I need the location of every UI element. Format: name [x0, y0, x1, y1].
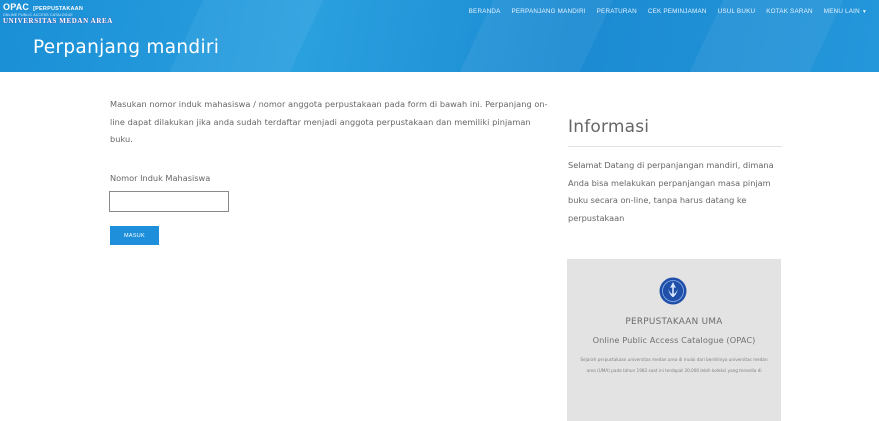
nav-item-usul-buku[interactable]: USUL BUKU [718, 8, 756, 15]
brand-perpustakaan: [PERPUSTAKAAN [33, 6, 84, 12]
nav-item-label: CEK PEMINJAMAN [647, 8, 707, 15]
main-nav: BERANDA PERPANJANG MANDIRI PERATURAN CEK… [469, 8, 879, 15]
nav-item-label: USUL BUKU [717, 8, 756, 15]
nav-item-perpanjang-mandiri[interactable]: PERPANJANG MANDIRI [511, 8, 585, 15]
nav-item-label: BERANDA [468, 8, 501, 15]
nav-item-label: KOTAK SARAN [766, 8, 813, 15]
info-divider [568, 146, 782, 147]
brand-opac: OPAC [3, 2, 30, 12]
nim-input[interactable] [109, 191, 229, 212]
nim-label: Nomor Induk Mahasiswa [110, 173, 211, 183]
nav-item-beranda[interactable]: BERANDA [469, 8, 501, 15]
nav-item-label: PERPANJANG MANDIRI [511, 8, 586, 15]
info-text: Selamat Datang di perpanjangan mandiri, … [568, 160, 774, 223]
library-card: PERPUSTAKAAN UMA Online Public Access Ca… [567, 259, 781, 421]
header-decoration [147, 0, 333, 72]
nav-item-kotak-saran[interactable]: KOTAK SARAN [766, 8, 813, 15]
masuk-button[interactable]: MASUK [110, 226, 159, 245]
site-header: OPAC [PERPUSTAKAAN ONLINE PUBLIC ACCESS … [0, 0, 879, 72]
university-logo-icon [659, 277, 687, 305]
card-description: Sejarah perpustakaan universitas medan a… [580, 357, 768, 374]
card-subtitle: Online Public Access Catalogue (OPAC) [592, 335, 756, 345]
site-logo[interactable]: OPAC [PERPUSTAKAAN ONLINE PUBLIC ACCESS … [3, 3, 113, 25]
nav-item-menu-lain[interactable]: MENU LAIN ▼ [824, 8, 867, 15]
chevron-down-icon: ▼ [861, 9, 867, 15]
brand-university: UNIVERSITAS MEDAN AREA [3, 17, 113, 25]
card-title: PERPUSTAKAAN UMA [625, 317, 723, 327]
nav-item-label: PERATURAN [596, 8, 637, 15]
intro-text: Masukan nomor induk mahasiswa / nomor an… [110, 99, 548, 144]
page-title: Perpanjang mandiri [33, 37, 220, 58]
nav-item-peraturan[interactable]: PERATURAN [597, 8, 637, 15]
nav-item-cek-peminjaman[interactable]: CEK PEMINJAMAN [648, 8, 707, 15]
info-title: Informasi [568, 117, 650, 137]
nav-item-label: MENU LAIN [823, 8, 860, 15]
